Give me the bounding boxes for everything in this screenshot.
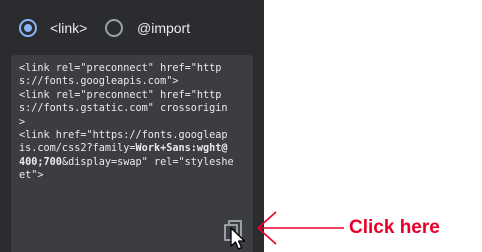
code-line: s://fonts.gstatic.com" crossorigin [19,103,228,115]
code-snippet-box: <link rel="preconnect" href="http s://fo… [11,55,253,252]
code-line: is.com/css2?family= [19,143,136,155]
code-snippet: <link rel="preconnect" href="http s://fo… [19,62,249,183]
import-radio[interactable] [105,19,123,37]
mouse-pointer-icon [230,227,246,250]
code-font-weights: 400;700 [19,156,62,168]
annotation-arrow-icon [256,211,344,245]
code-line: &display=swap" rel="styleshe [61,156,234,168]
link-radio[interactable] [19,19,37,37]
code-line: <link rel="preconnect" href="http [19,89,222,101]
code-line: <link href="https://fonts.googleap [19,130,228,142]
code-line: > [19,116,26,128]
code-line: et"> [19,170,44,182]
import-radio-label[interactable]: @import [137,20,190,36]
radio-selected-dot [24,24,32,32]
embed-code-panel: <link> @import <link rel="preconnect" hr… [0,0,264,252]
link-radio-label[interactable]: <link> [50,20,87,36]
code-font-family: Work+Sans:wght@ [135,143,228,155]
code-line: s://fonts.googleapis.com"> [19,76,179,88]
embed-type-selector: <link> @import [0,17,264,43]
code-line: <link rel="preconnect" href="http [19,63,222,74]
click-here-annotation: Click here [349,217,440,238]
